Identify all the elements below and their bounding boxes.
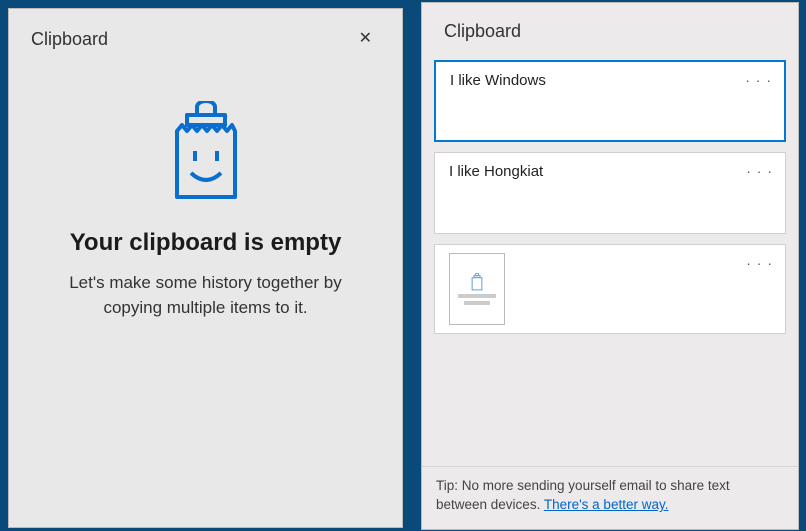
clipboard-mini-icon: [470, 273, 484, 291]
clipboard-panel-empty: Clipboard ✕ Your clipboard is empty Let'…: [8, 8, 403, 528]
panel-title: Clipboard: [444, 21, 521, 42]
clipboard-item[interactable]: I like Hongkiat · · ·: [434, 152, 786, 234]
more-icon: · · ·: [746, 163, 773, 179]
panel-header: Clipboard: [422, 3, 798, 54]
item-menu-button[interactable]: · · ·: [746, 255, 773, 271]
more-icon: · · ·: [745, 72, 772, 88]
clipboard-smile-icon: [167, 101, 245, 201]
tip-link[interactable]: There's a better way.: [544, 497, 669, 512]
panel-header: Clipboard ✕: [9, 9, 402, 63]
empty-subtext: Let's make some history together by copy…: [46, 271, 366, 320]
item-menu-button[interactable]: · · ·: [745, 72, 772, 88]
clipboard-items-list: I like Windows · · · I like Hongkiat · ·…: [422, 54, 798, 466]
empty-state: Your clipboard is empty Let's make some …: [9, 63, 402, 527]
item-menu-button[interactable]: · · ·: [746, 163, 773, 179]
close-button[interactable]: ✕: [351, 27, 380, 51]
close-icon: ✕: [359, 30, 372, 47]
panel-title: Clipboard: [31, 29, 108, 50]
clipboard-item-text: I like Hongkiat: [449, 163, 543, 180]
clipboard-panel-history: Clipboard I like Windows · · · I like Ho…: [421, 2, 799, 530]
tip-bar: Tip: No more sending yourself email to s…: [422, 466, 798, 529]
thumbnail-text-line: [464, 301, 490, 305]
clipboard-item[interactable]: I like Windows · · ·: [434, 60, 786, 142]
more-icon: · · ·: [746, 255, 773, 271]
thumbnail-text-line: [458, 294, 496, 298]
empty-heading: Your clipboard is empty: [70, 229, 342, 257]
clipboard-image-thumbnail: [449, 253, 505, 325]
clipboard-item[interactable]: · · ·: [434, 244, 786, 334]
clipboard-item-text: I like Windows: [450, 72, 546, 89]
